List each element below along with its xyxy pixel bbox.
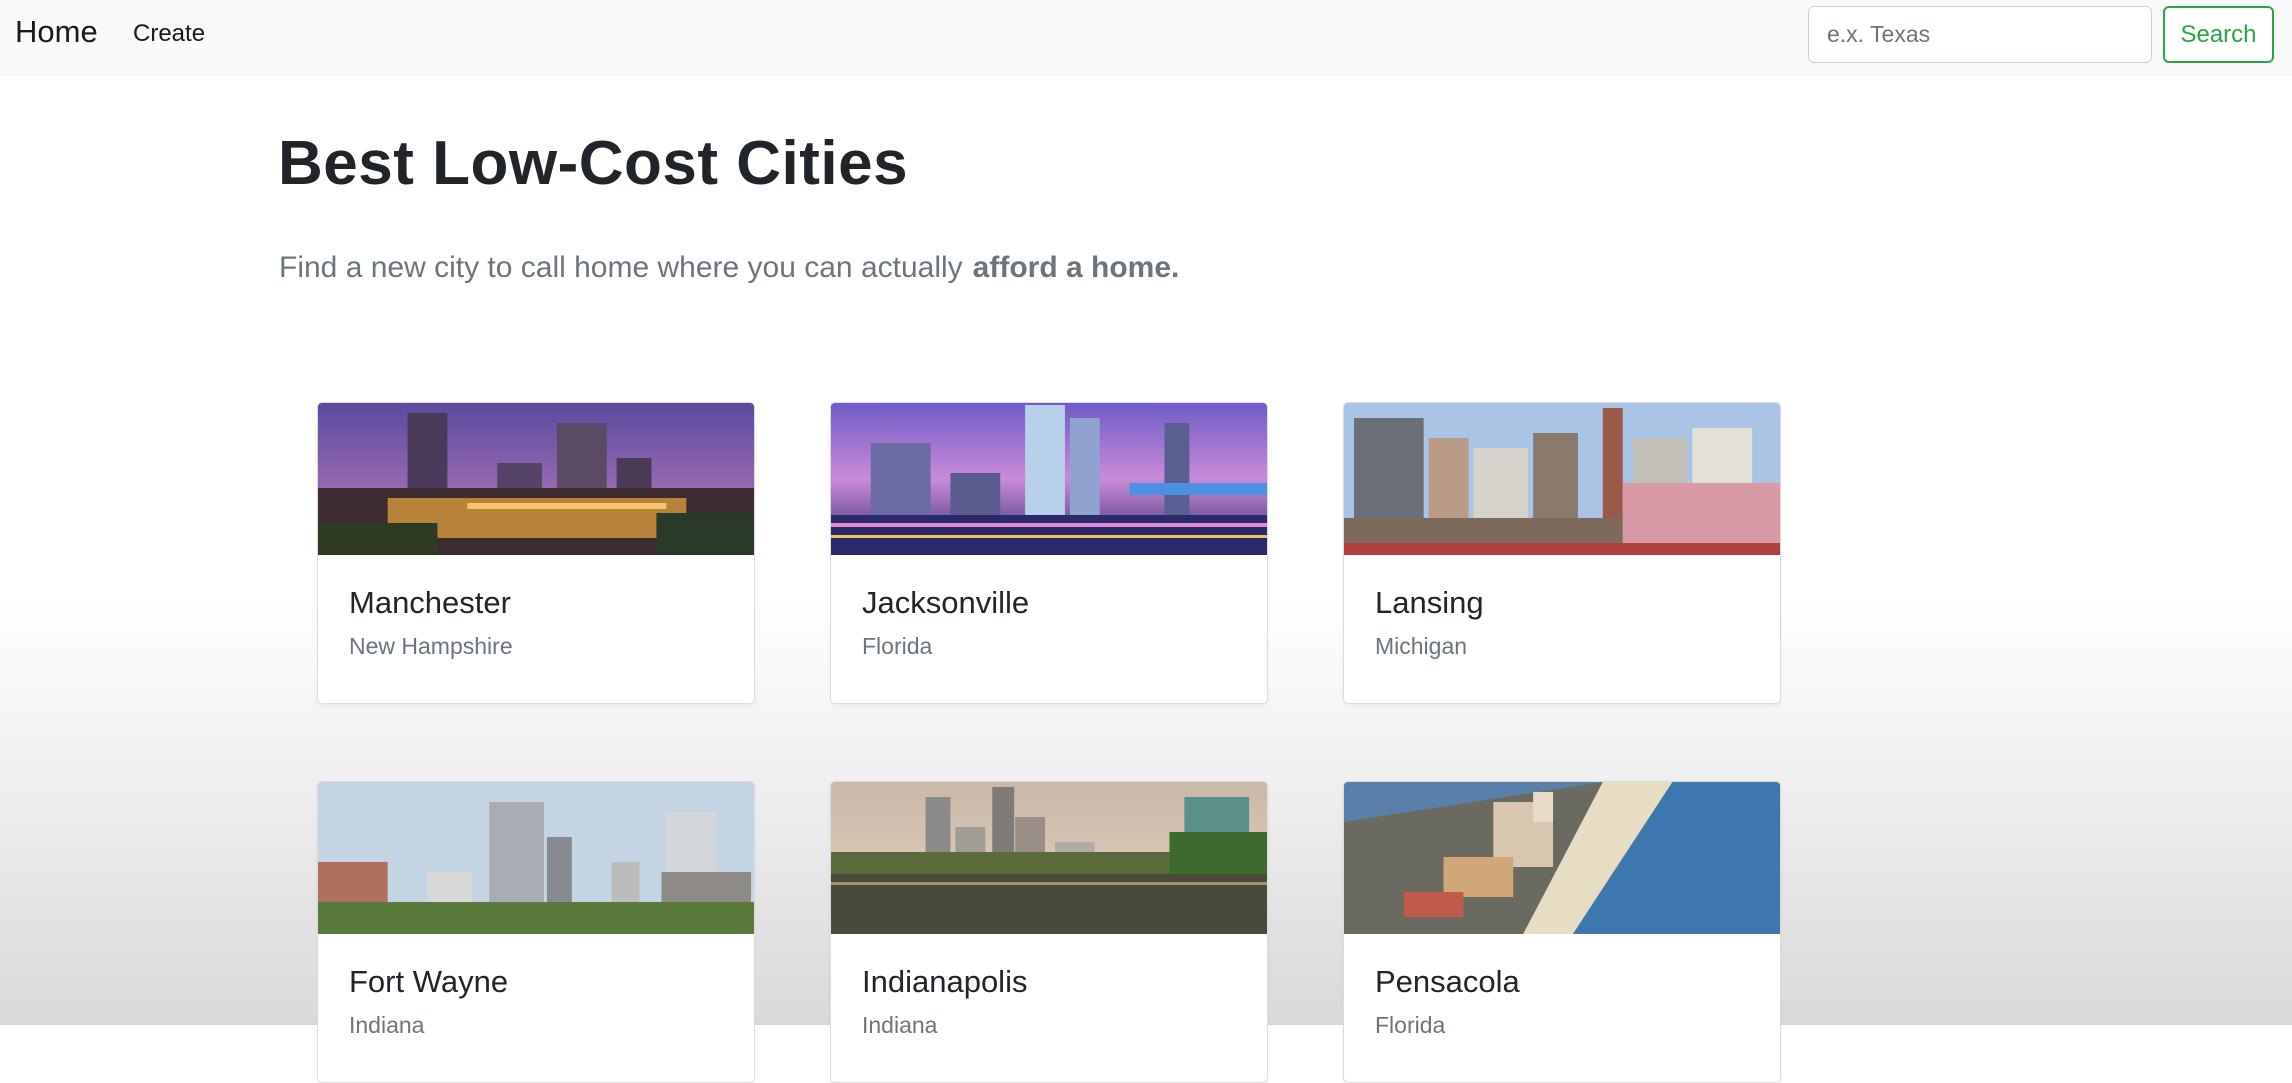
city-name: Lansing [1375, 585, 1484, 620]
city-state: Michigan [1375, 633, 1468, 659]
city-card[interactable]: Indianapolis Indiana [830, 781, 1268, 1083]
search-input[interactable] [1808, 6, 2152, 63]
subtitle-emphasis: afford a home. [972, 251, 1180, 284]
create-link[interactable]: Create [133, 20, 205, 48]
city-card[interactable]: Manchester New Hampshire [317, 402, 755, 704]
page-title: Best Low-Cost Cities [278, 129, 909, 198]
city-state: Indiana [349, 1012, 425, 1038]
page-subtitle: Find a new city to call home where you c… [279, 251, 1179, 285]
city-state: New Hampshire [349, 633, 513, 659]
city-card[interactable]: Fort Wayne Indiana [317, 781, 755, 1083]
city-image [1344, 403, 1780, 555]
city-name: Indianapolis [862, 964, 1028, 999]
subtitle-text: Find a new city to call home where you c… [279, 251, 963, 284]
city-card[interactable]: Jacksonville Florida [830, 402, 1268, 704]
search-button[interactable]: Search [2163, 6, 2274, 63]
city-image [318, 782, 754, 934]
city-name: Jacksonville [862, 585, 1030, 620]
city-image [1344, 782, 1780, 934]
city-state: Florida [1375, 1012, 1446, 1038]
city-name: Pensacola [1375, 964, 1520, 999]
city-state: Florida [862, 633, 933, 659]
city-image [831, 782, 1267, 934]
city-card[interactable]: Lansing Michigan [1343, 402, 1781, 704]
city-image [318, 403, 754, 555]
city-image [831, 403, 1267, 555]
city-card[interactable]: Pensacola Florida [1343, 781, 1781, 1083]
home-link[interactable]: Home [15, 14, 98, 50]
navbar: Home Create Search [0, 0, 2292, 76]
city-name: Manchester [349, 585, 511, 620]
city-state: Indiana [862, 1012, 938, 1038]
city-name: Fort Wayne [349, 964, 509, 999]
